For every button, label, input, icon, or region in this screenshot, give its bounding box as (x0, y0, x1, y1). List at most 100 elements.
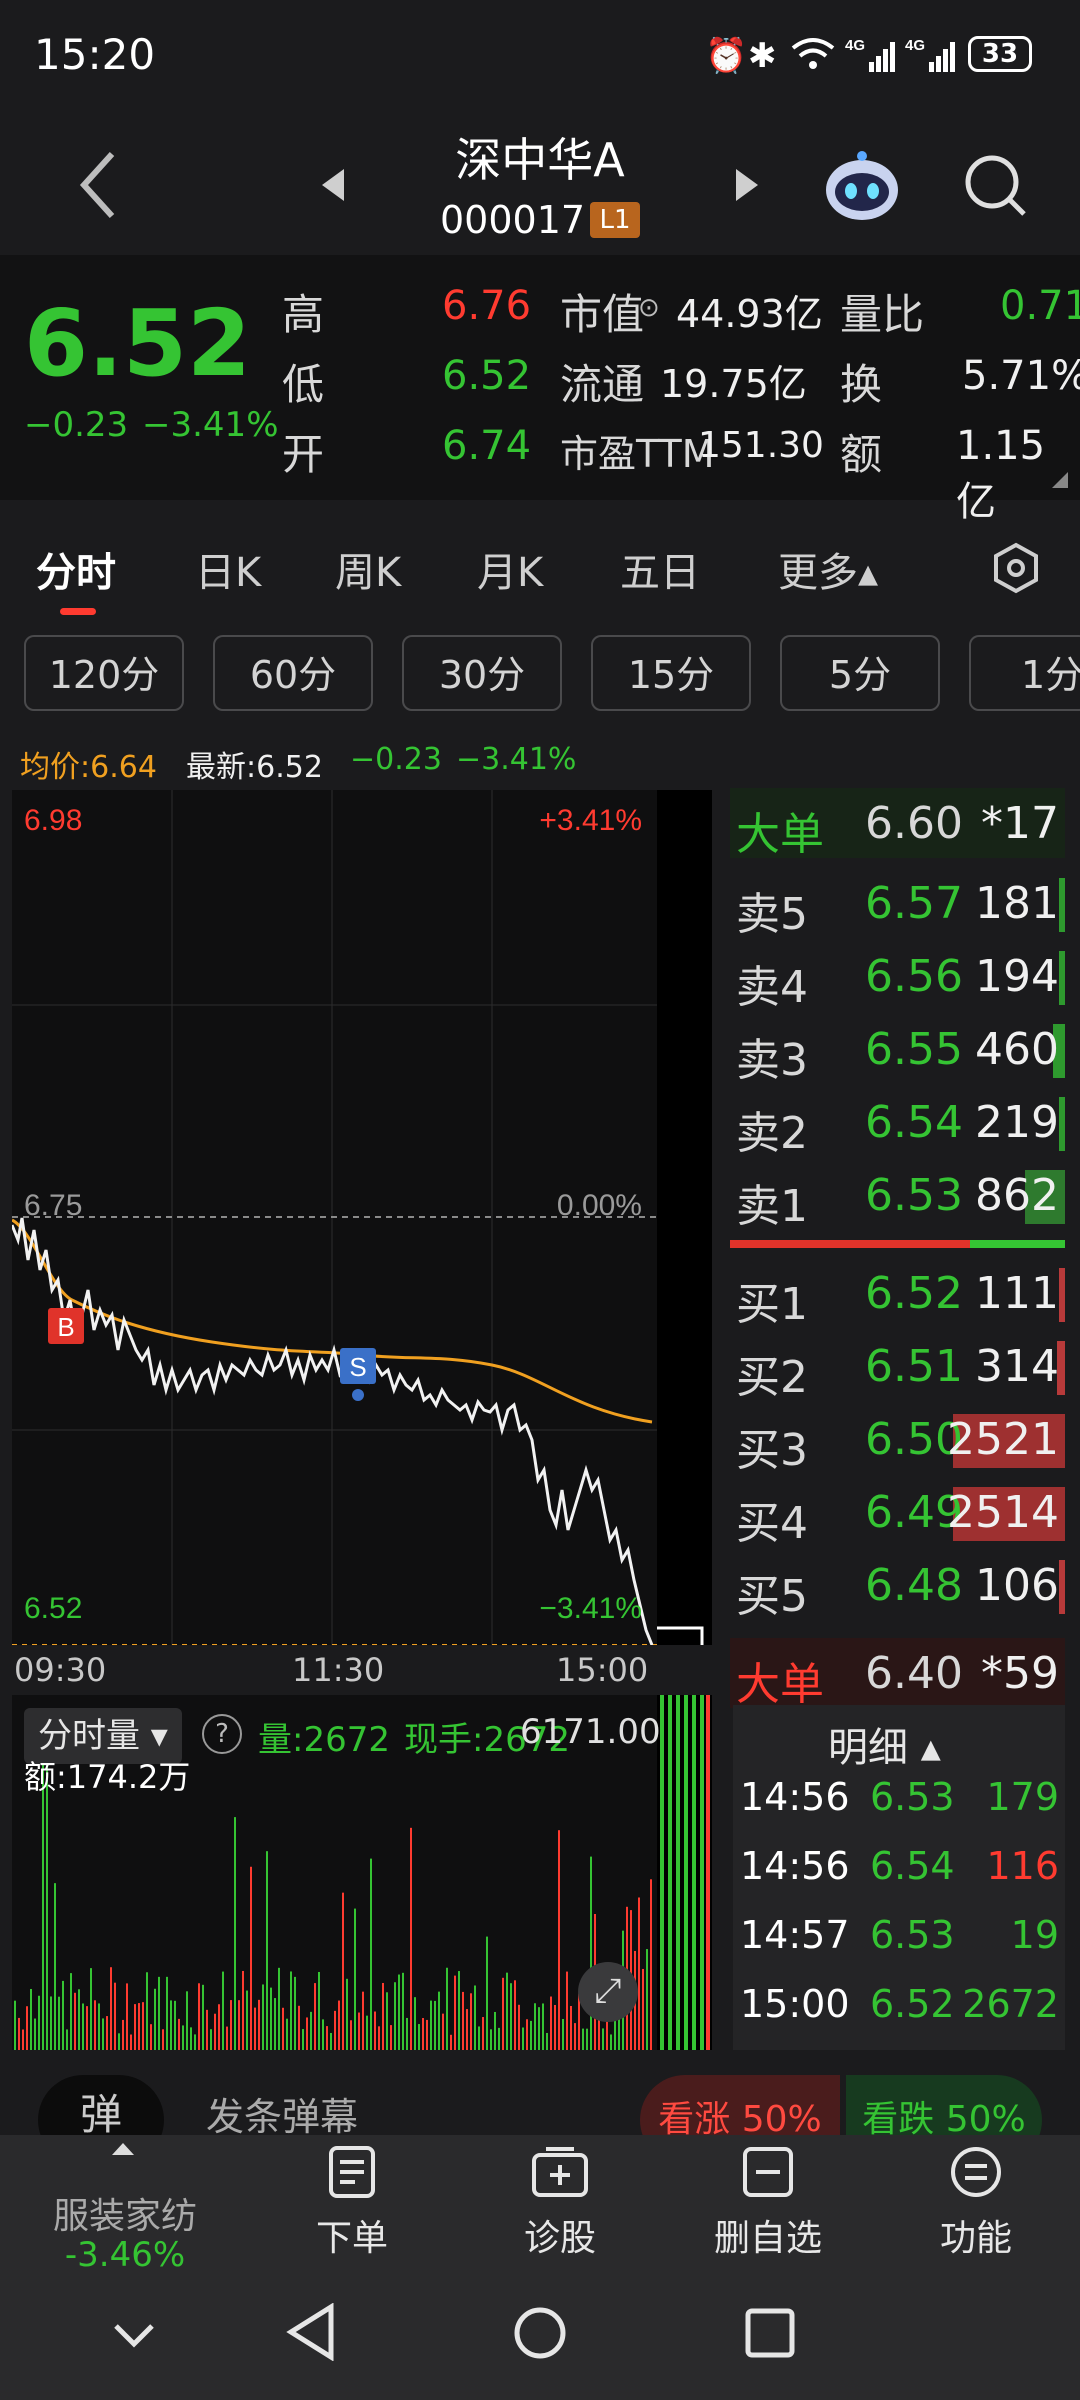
tab-weekly-k[interactable]: 周K (335, 540, 401, 598)
bid-label: 买4 (736, 1498, 808, 1549)
big-sell-row[interactable]: 大单 6.60 *17 (730, 788, 1065, 860)
volume-bar (26, 2006, 28, 2050)
help-icon[interactable]: ? (202, 1714, 242, 1754)
expand-up-icon[interactable] (110, 2141, 136, 2157)
expand-corner-icon[interactable] (1050, 470, 1070, 490)
bid-row-5[interactable]: 买5 6.48 106 (730, 1550, 1065, 1622)
settings-hexagon-icon[interactable] (990, 542, 1042, 594)
ask-row-4[interactable]: 卖4 6.56 194 (730, 941, 1065, 1013)
volume-bar (202, 1984, 204, 2050)
tab-more[interactable]: 更多▴ (778, 540, 878, 598)
detail-time: 14:56 (740, 1775, 850, 1819)
function-menu-button[interactable]: 功能 (906, 2145, 1046, 2261)
nav-home-icon[interactable] (512, 2305, 568, 2361)
intraday-chart[interactable]: B S 6.98 +3.41% 6.75 0.00% 6.52 −3.41% (12, 790, 712, 1645)
volume-bar (386, 1992, 388, 2050)
bearish-vote-button[interactable]: 看跌 50% (846, 2075, 1042, 2135)
volume-bar (258, 1999, 260, 2050)
alarm-icon: ⏰ (705, 36, 748, 76)
danmu-input[interactable]: 发条弹幕 (206, 2086, 358, 2135)
detail-vol: 179 (986, 1775, 1059, 1819)
status-bar: 15:20 ⏰ ✱ 4G 4G 33 (0, 0, 1080, 110)
ask-row-2[interactable]: 卖2 6.54 219 (730, 1087, 1065, 1159)
float-value: 19.75亿 (660, 362, 807, 406)
signal-4g-icon-2: 4G (905, 37, 955, 72)
bid-row-1[interactable]: 买1 6.52 111 (730, 1258, 1065, 1330)
nav-recents-icon[interactable] (744, 2307, 796, 2359)
volume-bar (330, 2032, 332, 2050)
ask-row-3[interactable]: 卖3 6.55 460 (730, 1014, 1065, 1086)
volume-bar (78, 1989, 80, 2050)
detail-title[interactable]: 明细 ▴ (828, 1715, 941, 1773)
next-stock-icon[interactable] (732, 165, 762, 205)
volume-bar (150, 2024, 152, 2050)
big-buy-price: 6.40 (865, 1648, 963, 1699)
mktcap-label: 市值 (560, 290, 645, 339)
volume-bar (442, 2013, 444, 2050)
volume-ratio-label: 量比 (840, 290, 925, 339)
battery-level: 33 (981, 39, 1019, 69)
tab-intraday[interactable]: 分时 (36, 540, 116, 598)
tab-daily-k[interactable]: 日K (195, 540, 261, 598)
diagnose-stock-label: 诊股 (523, 2218, 596, 2259)
volume-bar (134, 2004, 136, 2050)
last-price: 6.52 (24, 290, 251, 397)
big-buy-row[interactable]: 大单 6.40 *59 (730, 1638, 1065, 1710)
open-value: 6.74 (442, 423, 532, 469)
bid-row-4[interactable]: 买4 6.49 2514 (730, 1477, 1065, 1549)
fullscreen-icon[interactable]: ⤢ (578, 1962, 638, 2022)
ask-row-5[interactable]: 卖5 6.57 181 (730, 868, 1065, 940)
period-60min[interactable]: 60分 (213, 635, 373, 711)
volume-bar (478, 2026, 480, 2050)
volume-bar (14, 2000, 16, 2050)
place-order-button[interactable]: 下单 (282, 2145, 422, 2261)
period-5min[interactable]: 5分 (780, 635, 940, 711)
big-buy-vol: *59 (981, 1648, 1059, 1699)
search-icon[interactable] (962, 152, 1030, 220)
tab-five-day[interactable]: 五日 (620, 540, 700, 598)
prev-stock-icon[interactable] (318, 165, 348, 205)
volume-bar (518, 2004, 520, 2050)
bid-row-3[interactable]: 买3 6.50 2521 (730, 1404, 1065, 1476)
diagnose-stock-button[interactable]: 诊股 (490, 2145, 630, 2261)
volume-bar (66, 2029, 68, 2050)
period-30min[interactable]: 30分 (402, 635, 562, 711)
bid-price: 6.52 (865, 1268, 963, 1319)
volume-bar (106, 2016, 108, 2050)
volume-bar (310, 2011, 312, 2050)
back-icon[interactable] (78, 150, 118, 220)
time-axis: 09:30 11:30 15:00 (0, 1645, 712, 1695)
ask-row-1[interactable]: 卖1 6.53 862 (730, 1160, 1065, 1232)
volume-bar (646, 1949, 648, 2050)
ask-price: 6.55 (865, 1024, 963, 1075)
remove-favorite-button[interactable]: 删自选 (698, 2145, 838, 2261)
y-mid-label: 6.75 (24, 1189, 82, 1222)
volume-bar (494, 2011, 496, 2050)
bid-row-2[interactable]: 买2 6.51 314 (730, 1331, 1065, 1403)
bid-strength-bar (730, 1240, 970, 1248)
sector-name[interactable]: 服装家纺 (30, 2187, 220, 2239)
bid-price: 6.48 (865, 1560, 963, 1611)
signal-4g-icon-1: 4G (845, 37, 895, 72)
period-120min[interactable]: 120分 (24, 635, 184, 711)
period-1min[interactable]: 1分 (969, 635, 1080, 711)
volume-bar (514, 1980, 516, 2050)
volume-bar (554, 2004, 556, 2050)
volume-bar (234, 1817, 236, 2050)
volume-bar (586, 2028, 588, 2050)
volume-bar (574, 2023, 576, 2050)
buy-marker[interactable]: B (48, 1308, 84, 1344)
nav-back-icon[interactable] (285, 2303, 337, 2361)
assistant-robot-icon[interactable] (822, 150, 902, 222)
tab-monthly-k[interactable]: 月K (477, 540, 543, 598)
volume-bar (114, 1982, 116, 2050)
period-15min[interactable]: 15分 (591, 635, 751, 711)
volume-bar (266, 1851, 268, 2050)
danmu-badge[interactable]: 弹 (38, 2075, 164, 2135)
info-circle-icon[interactable]: ⊙ (638, 293, 660, 323)
ask-price: 6.57 (865, 878, 963, 929)
volume-bar (314, 1983, 316, 2050)
bullish-vote-button[interactable]: 看涨 50% (640, 2075, 840, 2135)
collapse-chevron-icon[interactable] (112, 2320, 156, 2350)
amount-label: 额 (840, 430, 883, 479)
